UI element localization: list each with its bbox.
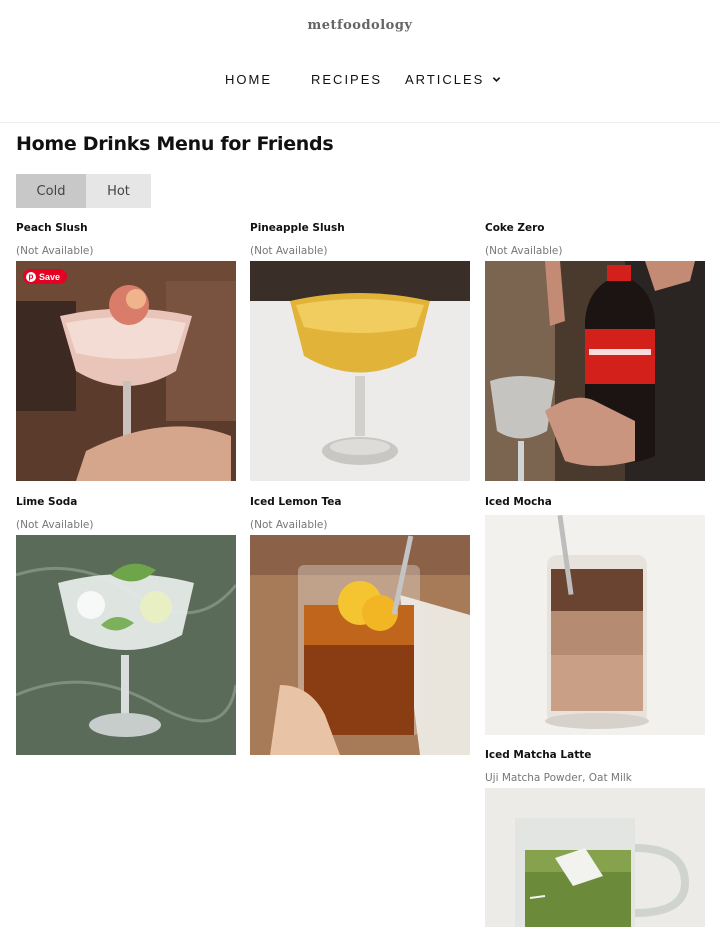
tab-hot[interactable]: Hot bbox=[86, 174, 151, 208]
drink-note: (Not Available) bbox=[16, 519, 94, 531]
nav-recipes[interactable]: RECIPES bbox=[311, 72, 382, 87]
peach-slush-image bbox=[16, 261, 236, 481]
lime-soda-image bbox=[16, 535, 236, 755]
drink-note: (Not Available) bbox=[250, 519, 328, 531]
tab-cold[interactable]: Cold bbox=[16, 174, 86, 208]
main-nav: HOME RECIPES ARTICLES bbox=[0, 72, 720, 92]
drink-name: Peach Slush bbox=[16, 222, 88, 234]
drink-name: Iced Lemon Tea bbox=[250, 496, 342, 508]
drink-photo-peach-slush[interactable]: p Save bbox=[16, 261, 236, 481]
pinterest-save-button[interactable]: p Save bbox=[23, 269, 68, 284]
nav-home[interactable]: HOME bbox=[225, 72, 272, 87]
save-label: Save bbox=[39, 271, 61, 282]
drink-photo-pineapple-slush[interactable] bbox=[250, 261, 470, 481]
drink-photo-iced-mocha[interactable] bbox=[485, 515, 705, 735]
site-logo[interactable]: metfoodology bbox=[0, 18, 720, 33]
drink-note: (Not Available) bbox=[16, 245, 94, 257]
drink-card-peach-slush: Peach Slush (Not Available) p Save bbox=[16, 222, 236, 482]
drink-note: Uji Matcha Powder, Oat Milk bbox=[485, 772, 632, 784]
drink-photo-coke-zero[interactable] bbox=[485, 261, 705, 481]
drink-photo-lime-soda[interactable] bbox=[16, 535, 236, 755]
drink-note: (Not Available) bbox=[250, 245, 328, 257]
pinterest-icon: p bbox=[26, 271, 36, 282]
coke-zero-image bbox=[485, 261, 705, 481]
drink-card-iced-mocha: Iced Mocha bbox=[485, 496, 705, 756]
page-title: Home Drinks Menu for Friends bbox=[16, 133, 334, 155]
drink-tabs: Cold Hot bbox=[16, 174, 151, 208]
drink-card-iced-lemon-tea: Iced Lemon Tea (Not Available) bbox=[250, 496, 470, 756]
iced-matcha-latte-image bbox=[485, 788, 705, 927]
drink-name: Iced Matcha Latte bbox=[485, 749, 592, 761]
drink-note: (Not Available) bbox=[485, 245, 563, 257]
drink-card-coke-zero: Coke Zero (Not Available) bbox=[485, 222, 705, 482]
pineapple-slush-image bbox=[250, 261, 470, 481]
nav-articles[interactable]: ARTICLES bbox=[405, 72, 501, 87]
iced-lemon-tea-image bbox=[250, 535, 470, 755]
nav-articles-label: ARTICLES bbox=[405, 72, 485, 87]
drink-name: Coke Zero bbox=[485, 222, 545, 234]
drink-name: Iced Mocha bbox=[485, 496, 552, 508]
site-header: metfoodology HOME RECIPES ARTICLES bbox=[0, 0, 720, 123]
drink-photo-iced-matcha-latte[interactable] bbox=[485, 788, 705, 927]
drink-card-iced-matcha-latte: Iced Matcha Latte Uji Matcha Powder, Oat… bbox=[485, 749, 705, 927]
chevron-down-icon bbox=[492, 77, 501, 83]
drink-photo-iced-lemon-tea[interactable] bbox=[250, 535, 470, 755]
drink-card-pineapple-slush: Pineapple Slush (Not Available) bbox=[250, 222, 470, 482]
iced-mocha-image bbox=[485, 515, 705, 735]
drink-name: Lime Soda bbox=[16, 496, 78, 508]
drink-name: Pineapple Slush bbox=[250, 222, 345, 234]
drink-card-lime-soda: Lime Soda (Not Available) bbox=[16, 496, 236, 756]
